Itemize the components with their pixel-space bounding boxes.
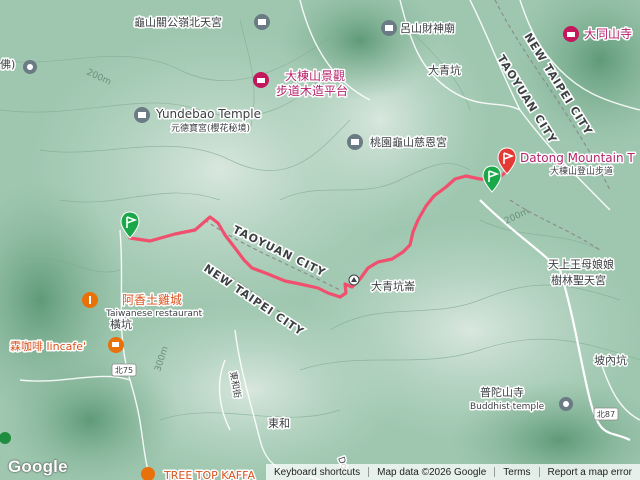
camera-icon: [253, 72, 269, 88]
mountain-peak-icon: [348, 274, 360, 286]
label-yundebao-sub: 元德寶宮(櫻花秘境): [171, 122, 250, 134]
label-scenic-platform: 大棟山景觀: [285, 68, 345, 83]
label-putuo-sub: Buddhist temple: [470, 402, 545, 412]
attribution-bar: Keyboard shortcuts Map data ©2026 Google…: [265, 464, 640, 480]
google-logo: Google: [8, 457, 68, 476]
map-data-text: Map data ©2026 Google: [377, 466, 487, 478]
temple-icon: [254, 14, 270, 30]
route-shield-bei75-label: 北75: [115, 366, 133, 375]
label-scenic-platform-2: 步道木造平台: [276, 83, 348, 98]
label-yundebao-temple: Yundebao Temple: [155, 107, 261, 121]
label-daqingkeng-top: 大青坑: [428, 63, 461, 77]
label-putuo-temple: 普陀山寺: [480, 385, 524, 399]
temple-icon: [347, 134, 363, 150]
label-treetop-kaffa: TREE TOP KAFFA: [163, 469, 255, 480]
camera-icon: [563, 26, 579, 42]
label-cien-temple: 桃園龜山慈恩宮: [370, 135, 447, 149]
report-map-error-link[interactable]: Report a map error: [540, 467, 640, 478]
route-shield-bei87: 北87: [593, 407, 619, 421]
cafe-icon: [108, 337, 124, 353]
label-tianshang-temple-2: 樹林聖天宮: [551, 273, 606, 287]
temple-icon: [134, 107, 150, 123]
temple-icon: [381, 20, 397, 36]
label-lincafe: 霖咖啡 lincafe': [10, 339, 86, 353]
route-shield-bei75: 北75: [111, 363, 137, 377]
label-tianshang-temple: 天上王母娘娘: [548, 257, 614, 271]
label-lushan-temple: 呂山財神廟: [400, 21, 455, 35]
label-pohe: 坡內坑: [594, 353, 627, 367]
route-shield-bei87-label: 北87: [597, 410, 615, 419]
label-chicken-restaurant: 阿香土雞城: [122, 293, 182, 307]
label-fo-edge: 佛): [0, 58, 15, 71]
keyboard-shortcuts-link[interactable]: Keyboard shortcuts: [266, 467, 368, 478]
label-daqingkeng-mid: 大青坑崙: [371, 279, 415, 293]
label-datong-trail: Datong Mountain T: [520, 151, 635, 165]
terms-link[interactable]: Terms: [495, 467, 538, 478]
gear-icon: [23, 60, 37, 74]
restaurant-icon: [82, 292, 98, 308]
gear-icon: [559, 397, 573, 411]
label-hengkeng: 橫坑: [110, 317, 132, 331]
label-guishan-palace: 龜山關公嶺北天宮: [134, 15, 222, 29]
label-datong-trail-sub: 大棟山登山步道: [550, 165, 613, 177]
label-donghe: 東和: [268, 417, 290, 430]
label-datong-temple: 大同山寺: [584, 27, 632, 41]
map-canvas[interactable]: NEW TAIPEI CITY TAOYUAN CITY TAOYUAN CIT…: [0, 0, 640, 480]
